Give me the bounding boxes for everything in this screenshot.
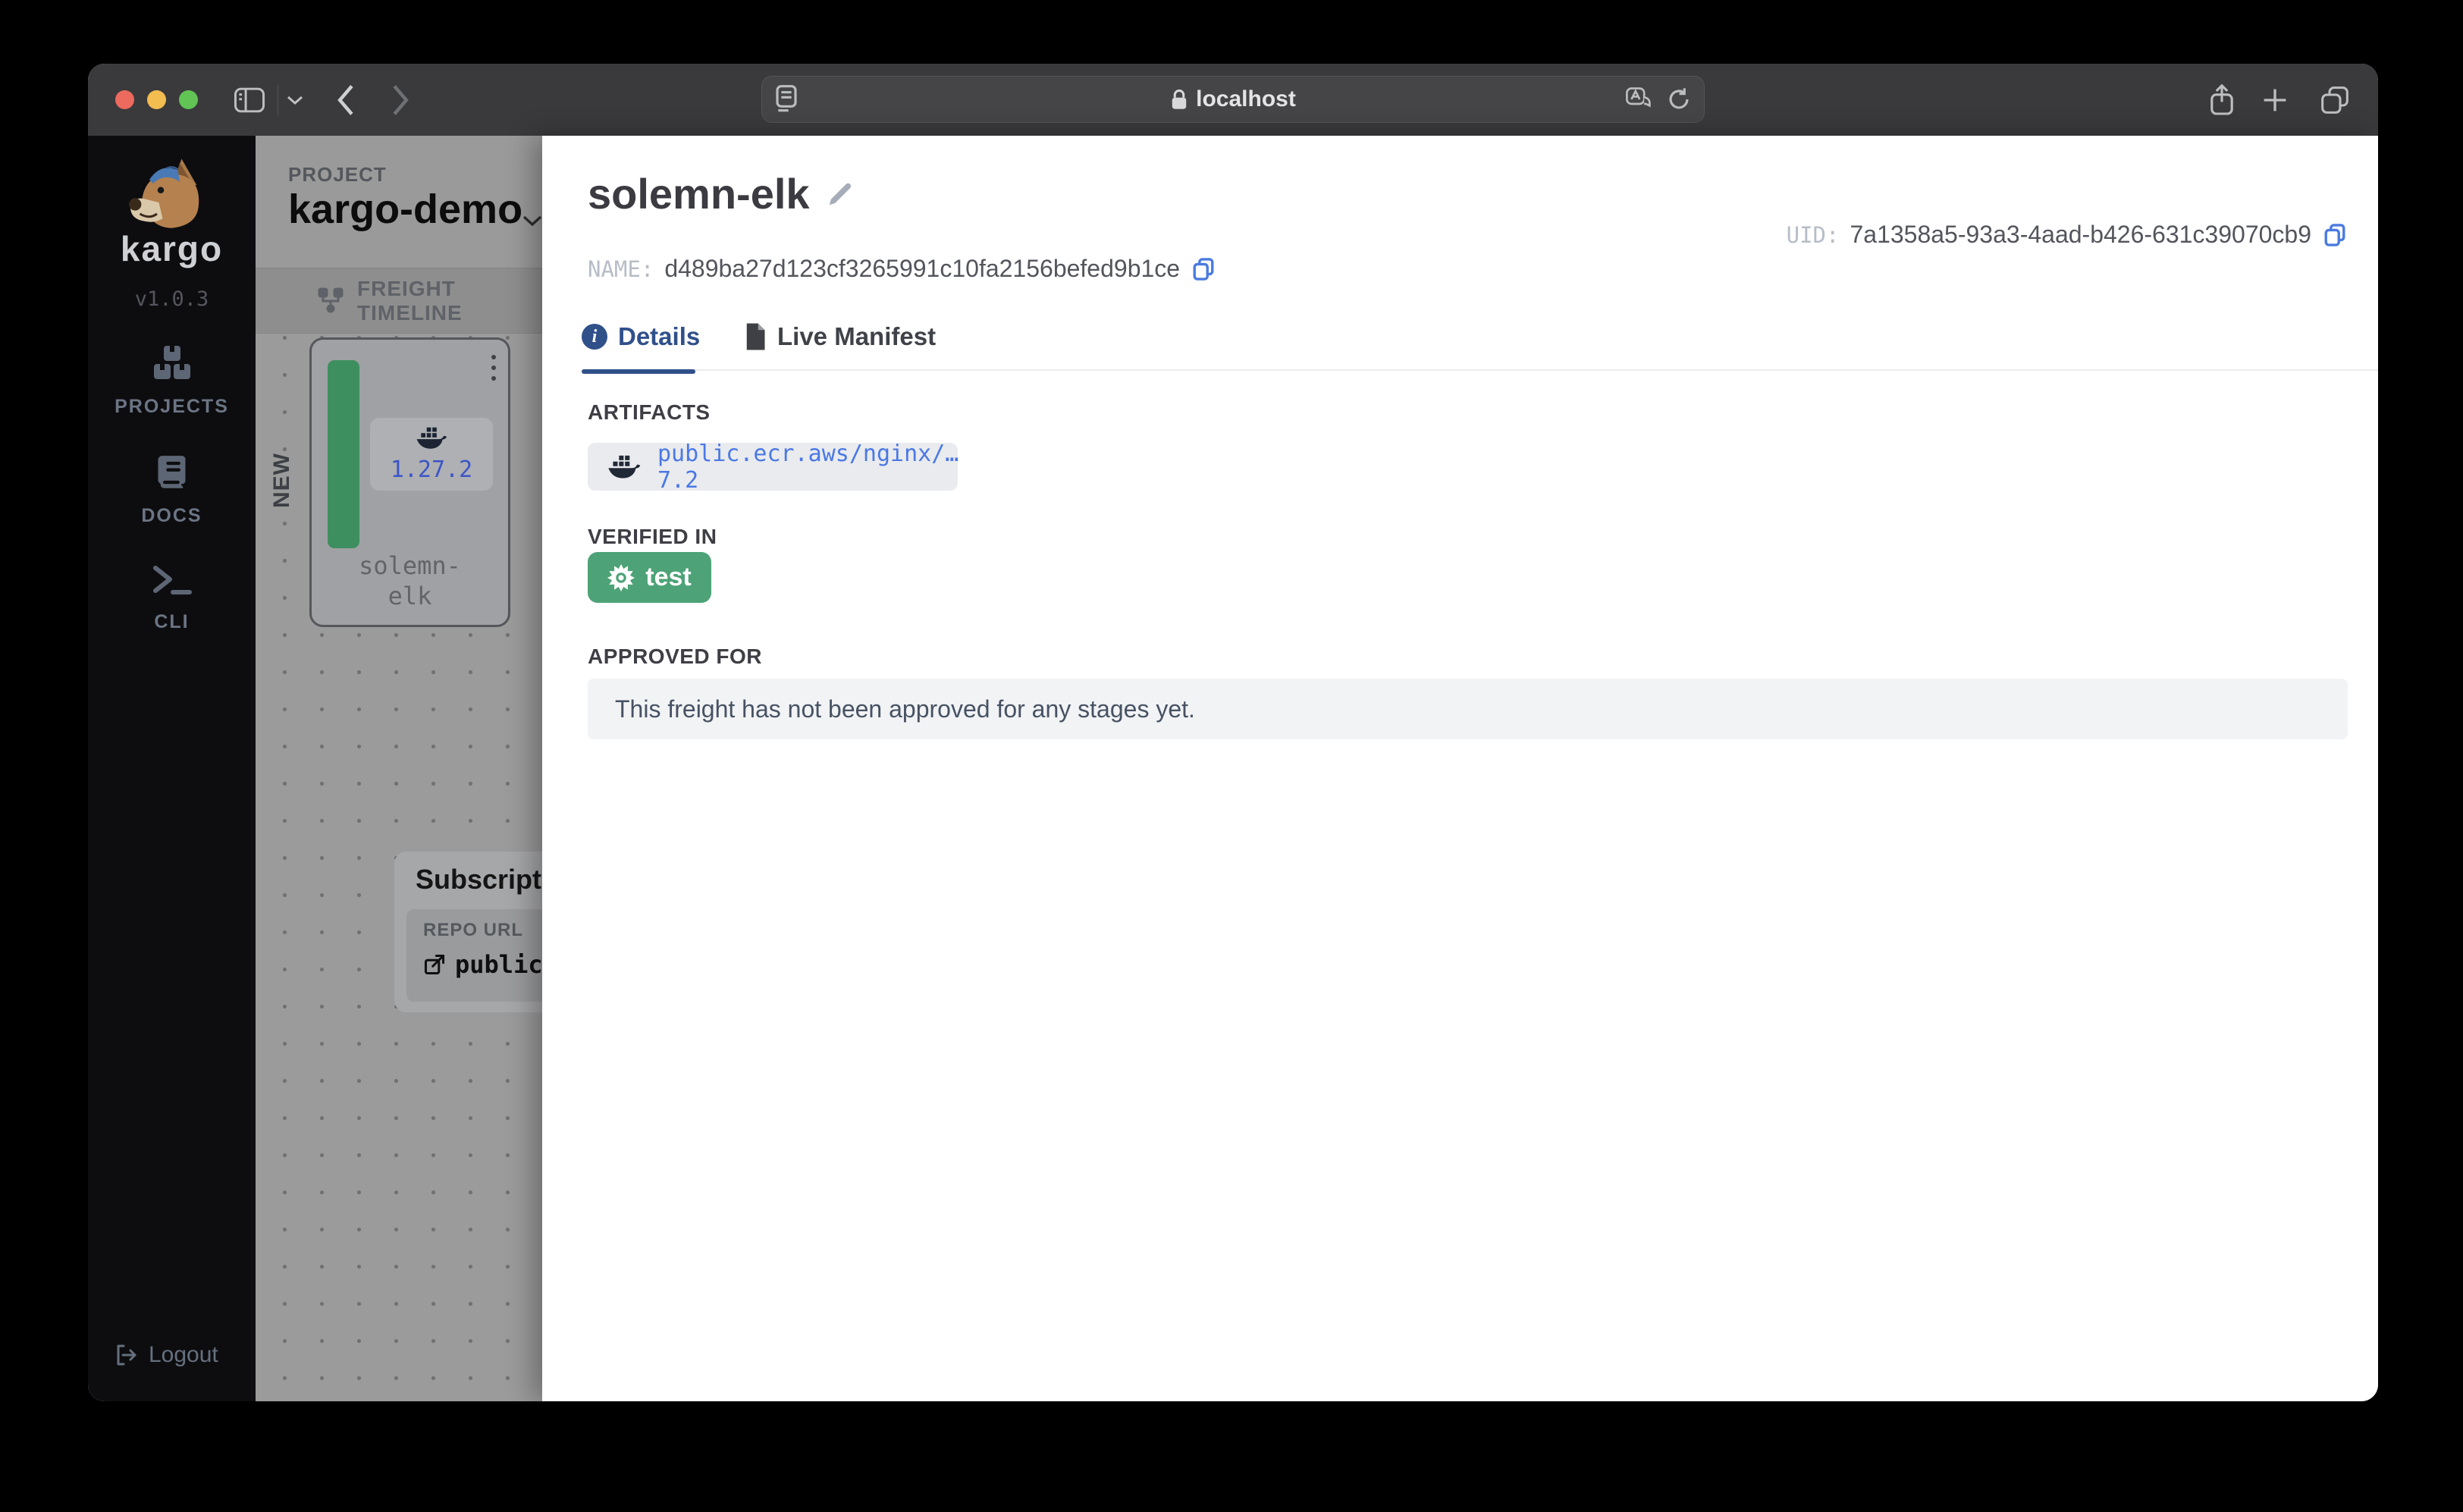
approved-for-message: This freight has not been approved for a…	[615, 695, 1195, 723]
translate-icon[interactable]	[1625, 86, 1652, 112]
address-bar[interactable]: localhost	[761, 76, 1705, 123]
artifact-chip[interactable]: public.ecr.aws/nginx/… 7.2	[588, 443, 958, 491]
freight-timeline-body: NEW	[256, 334, 542, 1401]
copy-uid-icon[interactable]	[2322, 222, 2348, 248]
uid-value: 7a1358a5-93a3-4aad-b426-631c39070cb9	[1850, 221, 2311, 249]
sidebar-toggle-icon[interactable]	[234, 64, 265, 136]
name-row: NAME: d489ba27d123cf3265991c10fa2156befe…	[588, 255, 1216, 283]
repo-url-value[interactable]: public.e	[455, 950, 542, 979]
name-label: NAME:	[588, 256, 654, 282]
sidebar-item-label: PROJECTS	[88, 396, 256, 418]
project-caret-icon[interactable]	[522, 215, 542, 227]
freight-card-menu-icon[interactable]	[491, 355, 496, 381]
reload-icon[interactable]	[1666, 86, 1692, 112]
projects-boxes-icon	[152, 345, 192, 381]
share-icon[interactable]	[2208, 64, 2236, 136]
project-header: PROJECT kargo-demo	[256, 136, 542, 268]
desktop: localhost	[0, 0, 2463, 1512]
zoom-window-button[interactable]	[179, 90, 198, 109]
minimize-window-button[interactable]	[147, 90, 166, 109]
copy-name-icon[interactable]	[1191, 256, 1216, 282]
approved-for-heading: APPROVED FOR	[588, 645, 762, 669]
name-value: d489ba27d123cf3265991c10fa2156befed9b1ce	[664, 255, 1180, 283]
subscriptions-title: Subscriptio	[416, 864, 542, 896]
tab-label: Live Manifest	[777, 322, 936, 351]
logout-button[interactable]: Logout	[114, 1342, 218, 1368]
sidebar-item-label: CLI	[88, 611, 256, 633]
kargo-logo	[124, 157, 220, 233]
info-icon: i	[582, 324, 607, 350]
docker-icon	[416, 426, 447, 450]
repo-url-label: REPO URL	[423, 920, 542, 941]
kargo-wordmark: kargo	[88, 228, 256, 269]
freight-title: solemn-elk	[588, 169, 810, 218]
docker-icon	[607, 454, 641, 480]
browser-window: localhost	[88, 64, 2378, 1401]
freight-artifact-chip[interactable]: 1.27.2	[370, 418, 493, 491]
verified-stage-badge[interactable]: test	[588, 552, 711, 603]
cli-terminal-icon	[152, 563, 193, 597]
browser-toolbar: localhost	[88, 64, 2378, 136]
url-host: localhost	[1196, 86, 1296, 112]
kargo-app: kargo v1.0.3 PROJECTS	[88, 136, 2378, 1401]
app-sidebar: kargo v1.0.3 PROJECTS	[88, 136, 256, 1401]
sidebar-item-cli[interactable]: CLI	[88, 563, 256, 633]
freight-card[interactable]: 1.27.2 solemn- elk	[309, 337, 510, 627]
verified-in-heading: VERIFIED IN	[588, 525, 717, 549]
lock-icon	[1170, 88, 1188, 111]
freight-timeline-title: FREIGHT TIMELINE	[357, 277, 542, 325]
close-window-button[interactable]	[115, 90, 134, 109]
freight-name: solemn- elk	[312, 551, 508, 611]
new-tab-icon[interactable]	[2261, 64, 2289, 136]
subscription-repo-box: REPO URL public.e	[406, 909, 542, 1002]
sidebar-item-label: DOCS	[88, 505, 256, 527]
subscriptions-card: Subscriptio REPO URL	[394, 852, 542, 1012]
project-label: PROJECT	[288, 163, 387, 187]
external-link-icon	[423, 953, 446, 976]
file-icon	[744, 322, 767, 351]
tab-details[interactable]: i Details	[582, 322, 700, 351]
active-tab-underline	[582, 369, 695, 374]
traffic-lights	[115, 90, 198, 109]
freight-image-version: 1.27.2	[391, 456, 472, 483]
app-version: v1.0.3	[88, 287, 256, 311]
drawer-tabs: i Details Live Manifest	[582, 322, 2378, 371]
freight-details-drawer: solemn-elk UID: 7a1358a5-93a3-4aad-b426-…	[542, 136, 2378, 1401]
back-button[interactable]	[335, 64, 356, 136]
artifact-image-ref[interactable]: public.ecr.aws/nginx/… 7.2	[657, 441, 959, 494]
sidebar-item-docs[interactable]: DOCS	[88, 454, 256, 527]
stage-name: test	[645, 563, 691, 592]
new-column-label: NEW	[269, 453, 295, 508]
sidebar-item-projects[interactable]: PROJECTS	[88, 345, 256, 418]
tab-overview-icon[interactable]	[2319, 64, 2351, 136]
chevron-down-icon[interactable]	[287, 64, 303, 136]
verification-seal-icon	[607, 564, 635, 591]
forward-button[interactable]	[390, 64, 411, 136]
logout-icon	[114, 1343, 138, 1367]
project-name[interactable]: kargo-demo	[288, 186, 522, 233]
tab-live-manifest[interactable]: Live Manifest	[744, 322, 936, 351]
artifacts-heading: ARTIFACTS	[588, 400, 711, 425]
docs-book-icon	[155, 454, 190, 491]
uid-label: UID:	[1787, 222, 1840, 248]
approved-for-box: This freight has not been approved for a…	[588, 679, 2348, 739]
edit-alias-icon[interactable]	[825, 179, 855, 209]
freight-timeline-panel: PROJECT kargo-demo	[256, 136, 542, 1401]
logout-label: Logout	[149, 1342, 218, 1368]
timeline-graph-icon	[316, 287, 345, 315]
freight-timeline-header: FREIGHT TIMELINE	[256, 268, 542, 334]
tab-label: Details	[618, 322, 700, 351]
freight-stage-bar	[328, 360, 359, 548]
uid-row: UID: 7a1358a5-93a3-4aad-b426-631c39070cb…	[1787, 221, 2348, 249]
